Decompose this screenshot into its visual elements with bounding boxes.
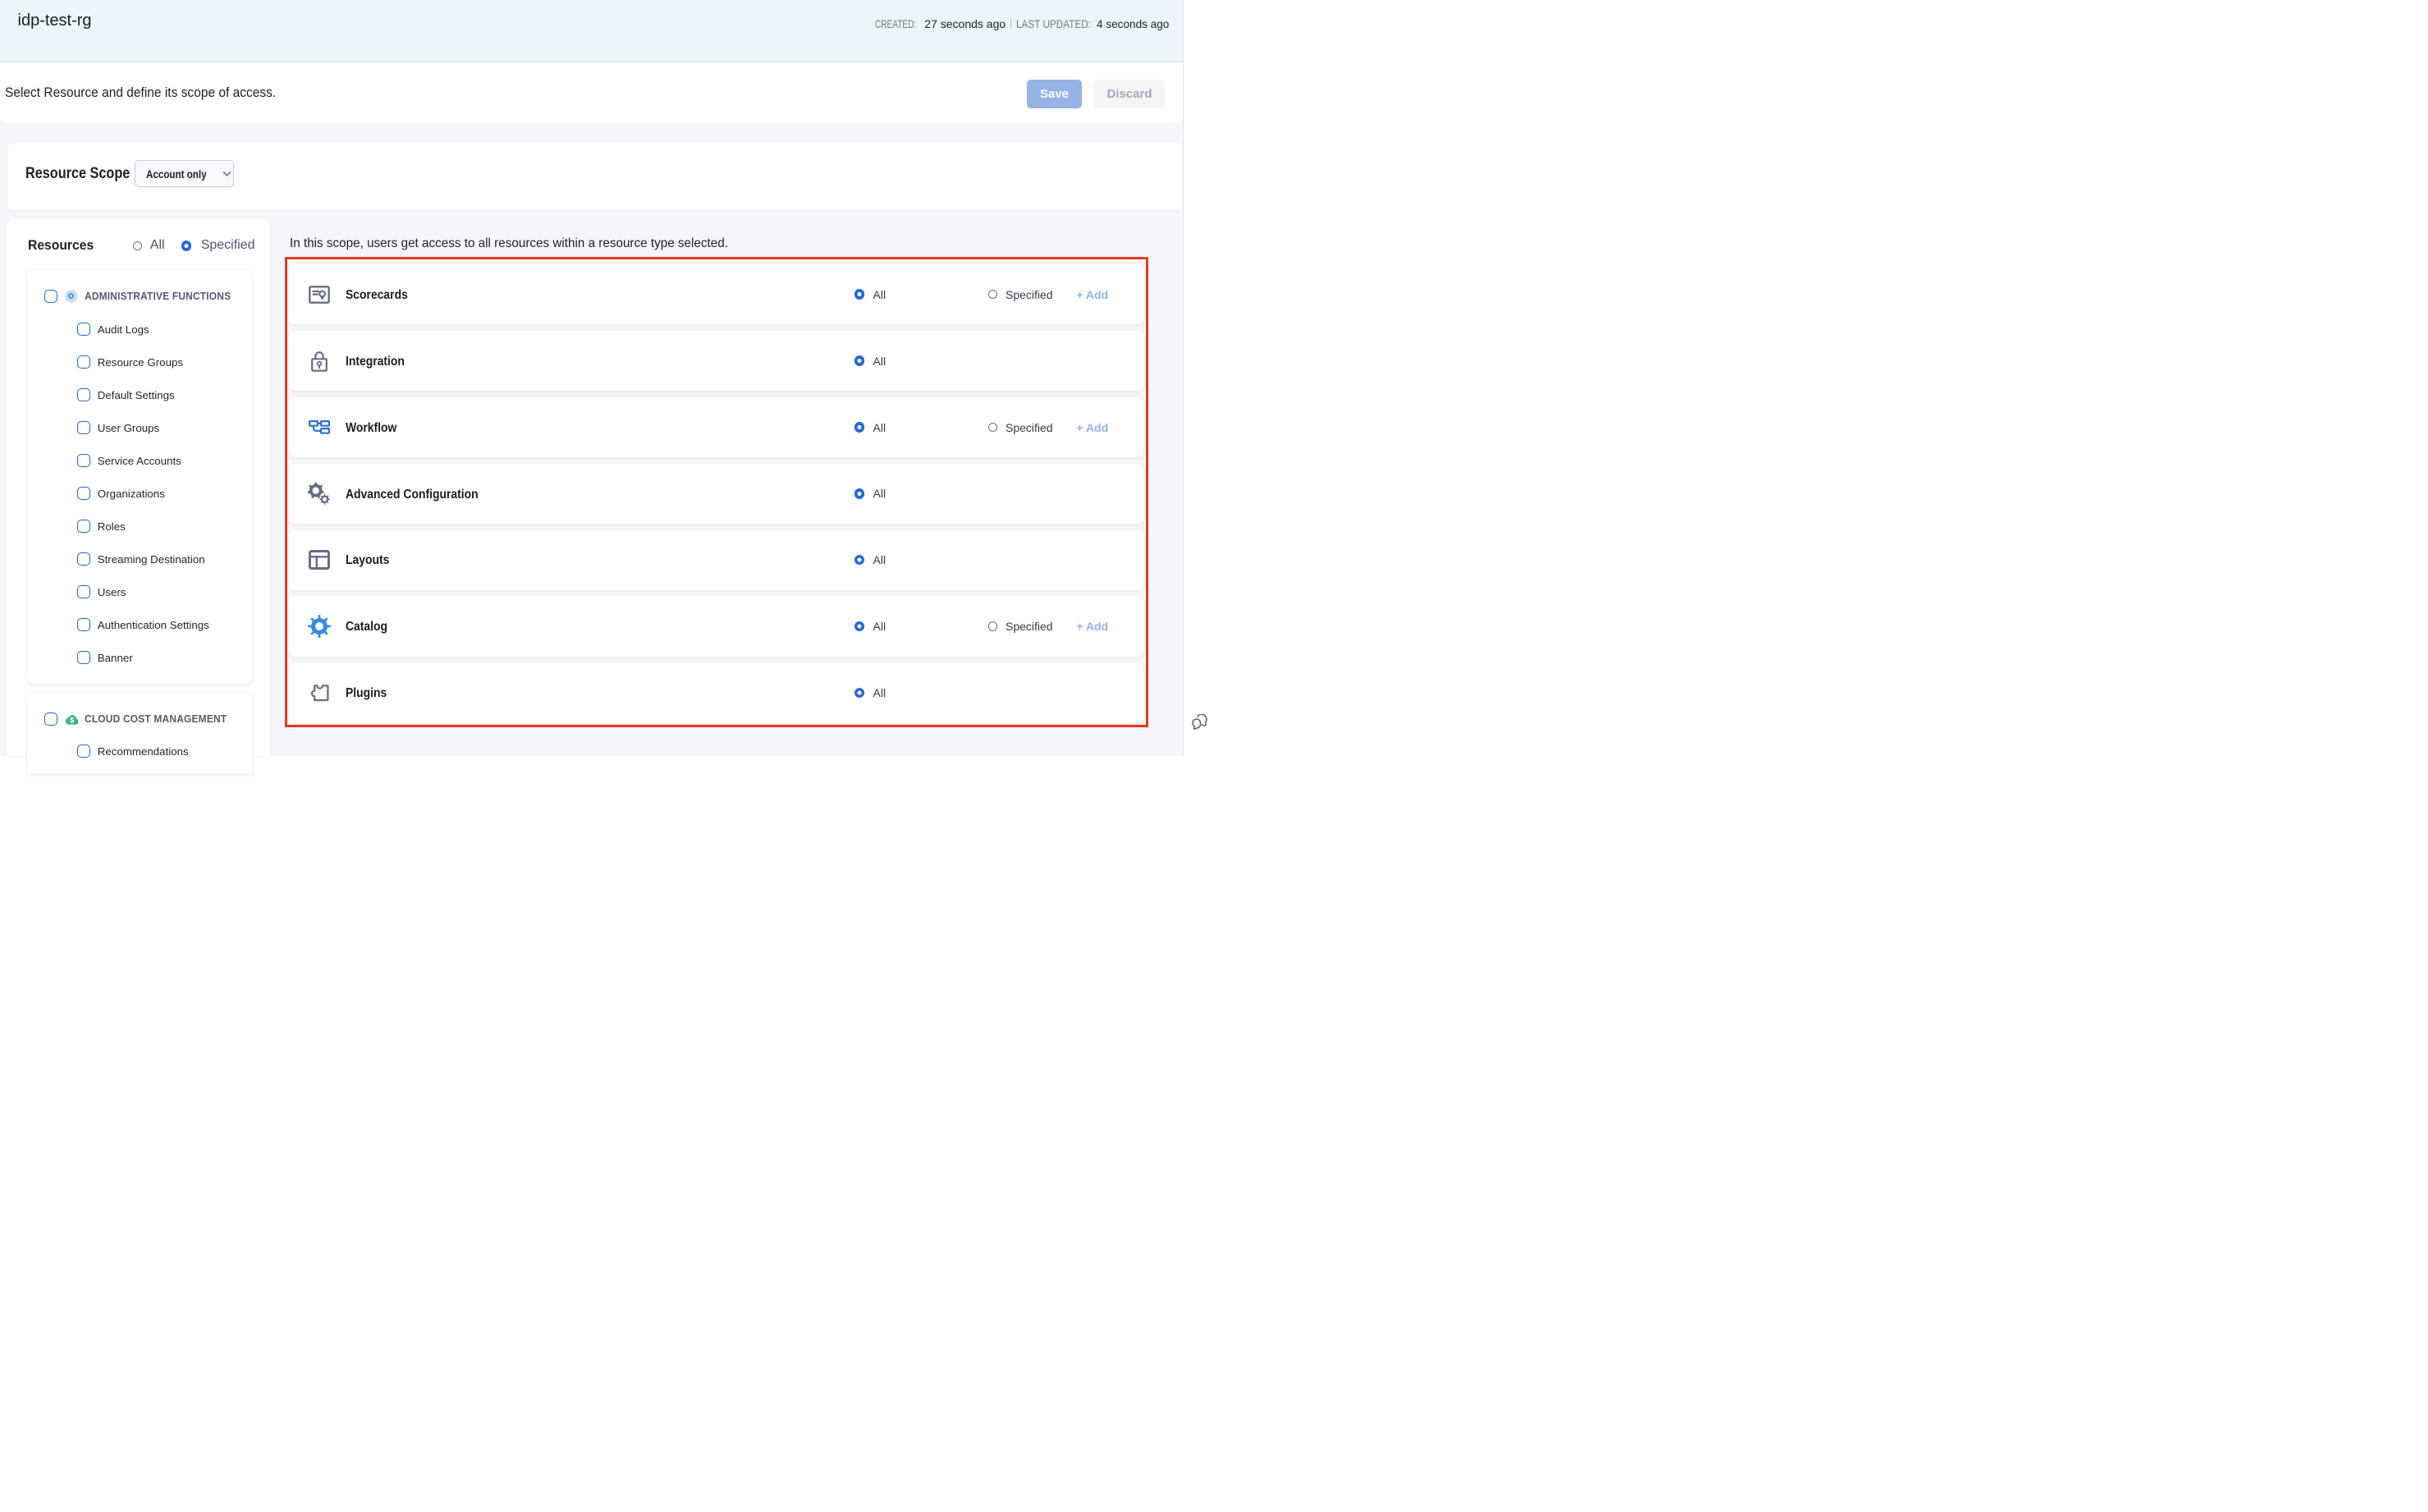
svg-text:$: $ [70,716,74,724]
